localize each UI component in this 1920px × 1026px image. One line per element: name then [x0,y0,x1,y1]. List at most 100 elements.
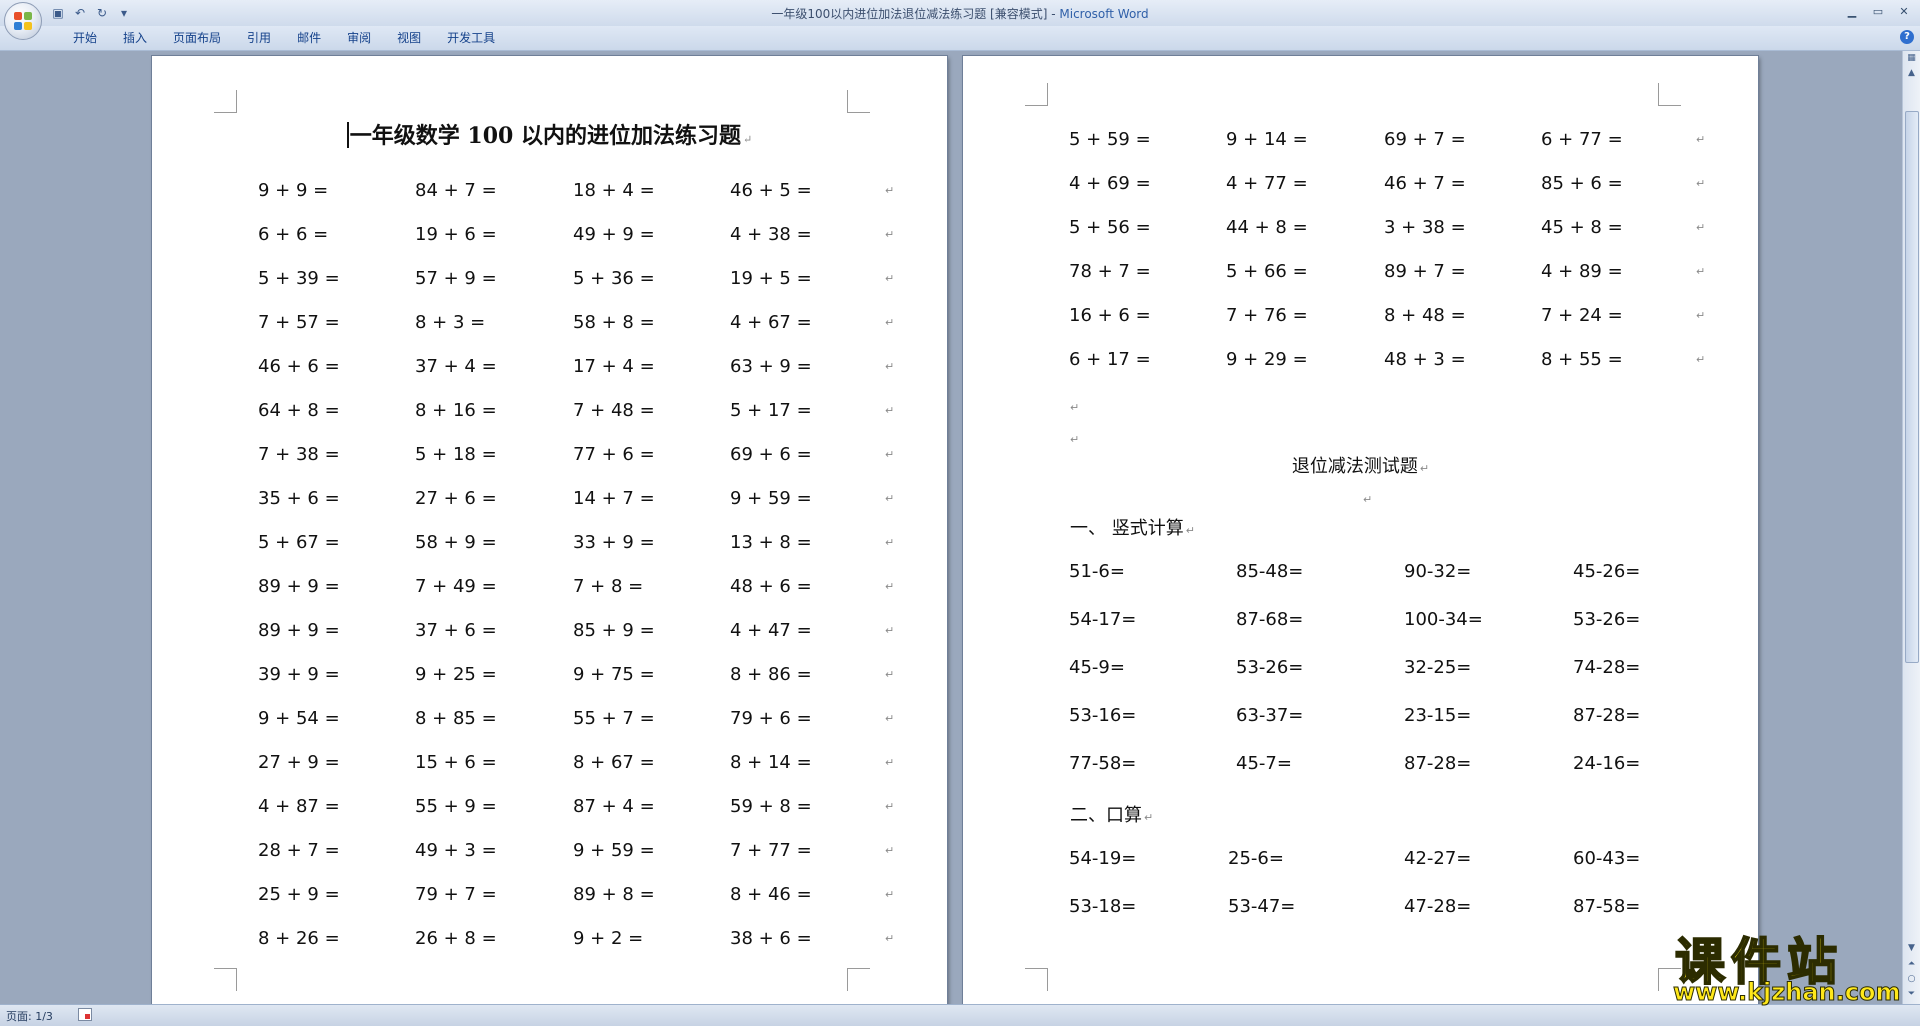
title-bar: ▣ ↶ ↻ ▾ 一年级100以内进位加法退位减法练习题 [兼容模式] - Mic… [0,0,1920,40]
table-row: 53-16= 63-37= 23-15= 87-28= [963,705,1758,735]
equation-cell: 27 + 6 = [415,488,497,509]
help-icon[interactable]: ? [1900,30,1914,44]
paragraph-mark: ↵ [1696,177,1706,190]
equation-cell: 79 + 7 = [415,884,497,905]
equation-cell: 24-16= [1573,753,1641,774]
tab-mailings[interactable]: 邮件 [284,30,334,46]
vertical-scrollbar[interactable]: ▦ ▲ ▼ ⏶ ○ ⏷ [1902,51,1920,1004]
table-row: 5 + 39 = 57 + 9 = 5 + 36 = 19 + 5 = ↵ [152,268,947,298]
equation-cell: 7 + 38 = [258,444,340,465]
subtraction-title: 退位减法测试题 ↵ [963,452,1758,478]
paragraph-mark: ↵ [885,448,895,461]
equation-cell: 23-15= [1404,705,1472,726]
tab-home[interactable]: 开始 [60,30,110,46]
equation-cell: 8 + 16 = [415,400,497,421]
equation-cell: 85 + 9 = [573,620,655,641]
equation-cell: 63 + 9 = [730,356,812,377]
equation-cell: 7 + 77 = [730,840,812,861]
table-row: 4 + 87 = 55 + 9 = 87 + 4 = 59 + 8 = ↵ [152,796,947,826]
equation-cell: 87 + 4 = [573,796,655,817]
previous-page-icon[interactable]: ⏶ [1904,957,1919,972]
document-page-1[interactable]: 一年级数学 100 以内的进位加法练习题 ↵ 9 + 9 = 84 + 7 = 18 … [152,56,947,1004]
proofing-errors-icon[interactable] [78,1008,92,1021]
table-row: 27 + 9 = 15 + 6 = 8 + 67 = 8 + 14 = ↵ [152,752,947,782]
equation-cell: 89 + 9 = [258,576,340,597]
equation-cell: 5 + 39 = [258,268,340,289]
scroll-down-icon[interactable]: ▼ [1904,941,1919,956]
equation-cell: 28 + 7 = [258,840,340,861]
ruler-toggle-icon[interactable]: ▦ [1904,51,1919,66]
equation-cell: 33 + 9 = [573,532,655,553]
equation-cell: 84 + 7 = [415,180,497,201]
scrollbar-thumb[interactable] [1905,111,1919,663]
equation-cell: 100-34= [1404,609,1483,630]
margin-mark [214,968,237,991]
scroll-up-icon[interactable]: ▲ [1904,66,1919,81]
table-row: 89 + 9 = 7 + 49 = 7 + 8 = 48 + 6 = ↵ [152,576,947,606]
equation-cell: 4 + 89 = [1541,261,1623,282]
tab-developer[interactable]: 开发工具 [434,30,508,46]
equation-cell: 6 + 17 = [1069,349,1151,370]
equation-cell: 13 + 8 = [730,532,812,553]
page-number-indicator[interactable]: 页面: 1/3 [6,1008,53,1024]
equation-cell: 7 + 57 = [258,312,340,333]
tab-references[interactable]: 引用 [234,30,284,46]
table-row: 6 + 17 = 9 + 29 = 48 + 3 = 8 + 55 = ↵ [963,349,1758,379]
paragraph-mark: ↵ [1696,309,1706,322]
margin-mark [214,90,237,113]
paragraph-mark: ↵ [1419,462,1430,475]
paragraph-mark: ↵ [885,668,895,681]
margin-mark [847,90,870,113]
document-page-2[interactable]: 5 + 59 = 9 + 14 = 69 + 7 = 6 + 77 = ↵ 4 + 69 … [963,56,1758,1004]
tab-page-layout[interactable]: 页面布局 [160,30,234,46]
equation-cell: 8 + 3 = [415,312,486,333]
page1-title-text: 一年级数学 100 以内的进位加法练习题 [349,123,742,149]
equation-cell: 9 + 25 = [415,664,497,685]
equation-cell: 60-43= [1573,848,1641,869]
equation-cell: 8 + 46 = [730,884,812,905]
equation-cell: 6 + 6 = [258,224,329,245]
next-page-icon[interactable]: ⏷ [1904,987,1919,1002]
equation-cell: 8 + 55 = [1541,349,1623,370]
document-workspace: 一年级数学 100 以内的进位加法练习题 ↵ 9 + 9 = 84 + 7 = 18 … [0,51,1903,1004]
paragraph-mark: ↵ [885,624,895,637]
table-row: 16 + 6 = 7 + 76 = 8 + 48 = 7 + 24 = ↵ [963,305,1758,335]
equation-cell: 53-26= [1236,657,1304,678]
equation-cell: 15 + 6 = [415,752,497,773]
tab-review[interactable]: 审阅 [334,30,384,46]
maximize-icon[interactable]: ▭ [1866,2,1890,20]
equation-cell: 46 + 5 = [730,180,812,201]
close-icon[interactable]: ✕ [1892,2,1916,20]
equation-cell: 58 + 8 = [573,312,655,333]
equation-cell: 9 + 59 = [573,840,655,861]
office-button[interactable] [4,2,42,40]
paragraph-mark: ↵ [885,404,895,417]
equation-cell: 53-16= [1069,705,1137,726]
equation-cell: 19 + 6 = [415,224,497,245]
tab-view[interactable]: 视图 [384,30,434,46]
minimize-icon[interactable]: ▁ [1840,2,1864,20]
equation-cell: 77-58= [1069,753,1137,774]
table-row: 53-18= 53-47= 47-28= 87-58= [963,896,1758,926]
section1-title-text: 一、 竖式计算 [1070,518,1184,539]
table-row: 64 + 8 = 8 + 16 = 7 + 48 = 5 + 17 = ↵ [152,400,947,430]
equation-cell: 19 + 5 = [730,268,812,289]
table-row: 28 + 7 = 49 + 3 = 9 + 59 = 7 + 77 = ↵ [152,840,947,870]
equation-cell: 45-7= [1236,753,1292,774]
ribbon: 开始 插入 页面布局 引用 邮件 审阅 视图 开发工具 ? [0,26,1920,51]
table-row: 89 + 9 = 37 + 6 = 85 + 9 = 4 + 47 = ↵ [152,620,947,650]
window-title-app: Microsoft Word [1059,7,1149,21]
equation-cell: 45-9= [1069,657,1125,678]
section1-title: 一、 竖式计算 ↵ [1070,514,1195,540]
equation-cell: 4 + 87 = [258,796,340,817]
tab-insert[interactable]: 插入 [110,30,160,46]
equation-cell: 8 + 14 = [730,752,812,773]
equation-cell: 49 + 3 = [415,840,497,861]
equation-cell: 35 + 6 = [258,488,340,509]
paragraph-mark: ↵ [885,316,895,329]
margin-mark [1025,968,1048,991]
equation-cell: 46 + 6 = [258,356,340,377]
equation-cell: 9 + 14 = [1226,129,1308,150]
select-browse-object-icon[interactable]: ○ [1904,972,1919,987]
window-title-doc: 一年级100以内进位加法退位减法练习题 [兼容模式] - [771,7,1060,21]
